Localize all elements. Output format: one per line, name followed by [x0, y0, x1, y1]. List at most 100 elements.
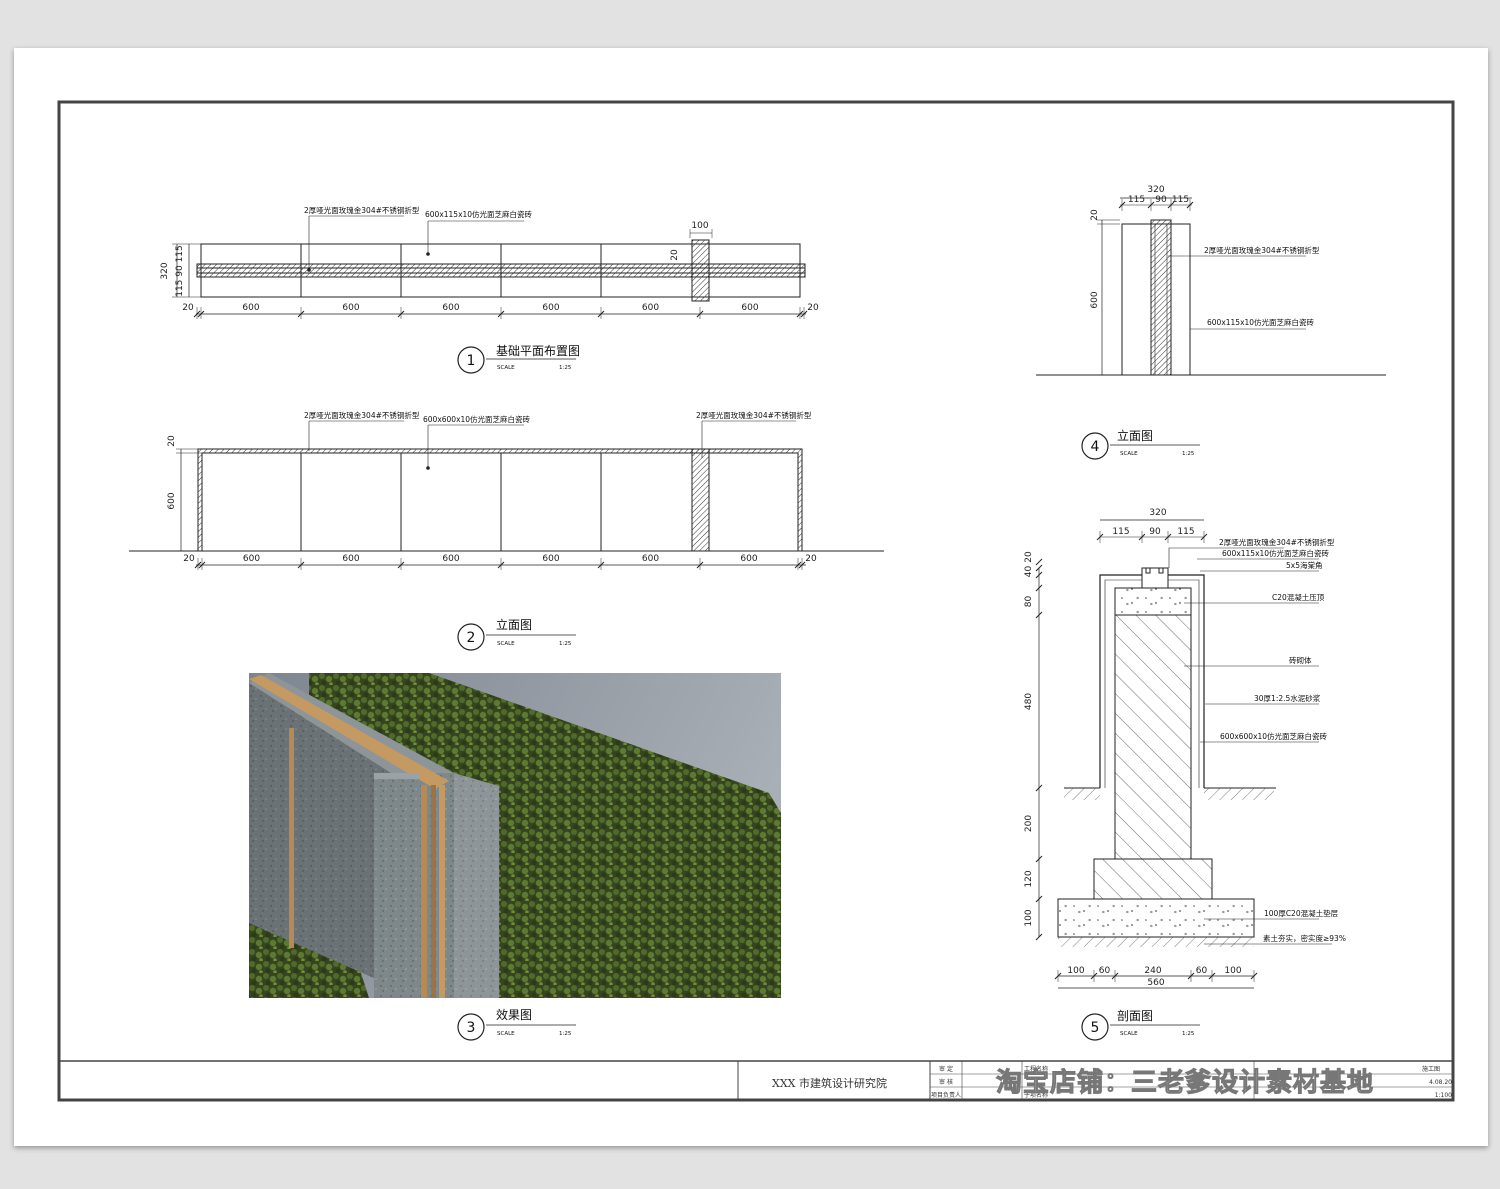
section-callout-6: 600x600x10仿光面芝麻白瓷砖: [1220, 731, 1328, 741]
plan-drawing: [172, 215, 806, 315]
section-callouts: 2厚哑光面玫瑰金304#不锈钢折型600x115x10仿光面芝麻白瓷砖 5x5海棠…: [1219, 537, 1346, 943]
section-dim-bottom-2: 240: [1144, 966, 1161, 976]
elevation-callout-steel-right: 2厚哑光面玫瑰金304#不锈钢折型: [696, 410, 812, 420]
section-dim-part-1: 90: [1149, 527, 1161, 537]
tb-row-2: 审 核: [939, 1078, 953, 1086]
elevation-scale-label: SCALE: [497, 641, 515, 647]
section-dim-left-2: 80: [1024, 596, 1034, 608]
tb-row-1: 审 定: [939, 1065, 953, 1073]
elevation-bottom-dims: 20 600 600 600 600 600 600 20: [183, 554, 817, 570]
plan-dim-4: 600: [542, 303, 559, 313]
tb-row-3: 项目负责人: [931, 1091, 961, 1099]
elevation-title: 2 立面图 SCALE 1:25: [457, 617, 576, 651]
side-elevation-scale-label: SCALE: [1120, 451, 1138, 457]
elevation-dim-5: 600: [642, 554, 659, 564]
elevation-dim-height: 600: [167, 492, 177, 509]
plan-dim-1: 600: [242, 303, 259, 313]
section-dim-part-2: 115: [1177, 527, 1194, 537]
elevation-dim-3: 600: [442, 554, 459, 564]
side-elevation-title-text: 立面图: [1117, 428, 1153, 443]
section-dim-left-1: 40: [1024, 566, 1034, 578]
plan-dim-6: 600: [741, 303, 758, 313]
section-scale-label: SCALE: [1120, 1031, 1138, 1037]
section-dim-total: 320: [1149, 508, 1166, 518]
section-scale-value: 1:25: [1182, 1031, 1195, 1037]
plan-bottom-dims: 20 600 600 600 600 600 600 20: [182, 303, 819, 319]
side-elevation-number: 4: [1091, 439, 1100, 455]
side-dim-part-2: 115: [1172, 195, 1189, 205]
plan-dim-gap: 20: [670, 249, 680, 261]
elevation-dim-4: 600: [542, 554, 559, 564]
side-dim-height: 600: [1090, 291, 1100, 308]
side-dim-part-1: 90: [1155, 195, 1167, 205]
elevation-dim-1: 600: [243, 554, 260, 564]
section-top-dims: 115 90 115: [1096, 527, 1208, 543]
elevation-dim-6: 600: [740, 554, 757, 564]
plan-callout-tile: 600x115x10仿光面芝麻白瓷砖: [425, 209, 533, 219]
section-dim-bottom-1: 60: [1099, 966, 1111, 976]
section-callout-4: 砖砌体: [1289, 655, 1312, 665]
side-dim-top: 20: [1090, 209, 1100, 221]
side-dim-part-0: 115: [1128, 195, 1145, 205]
plan-number: 1: [467, 353, 476, 369]
plan-dim-0: 20: [182, 303, 194, 313]
section-callout-1: 600x115x10仿光面芝麻白瓷砖: [1222, 548, 1330, 558]
section-dim-left-5: 120: [1024, 870, 1034, 887]
section-dim-bottom-0: 100: [1067, 966, 1084, 976]
plan-dim-total: 320: [160, 262, 170, 279]
section-callout-8: 素土夯实，密实度≥93%: [1263, 933, 1346, 943]
section-dim-left-6: 100: [1024, 909, 1034, 926]
elevation-dim-2: 600: [342, 554, 359, 564]
section-dim-part-0: 115: [1112, 527, 1129, 537]
tb-scale: 1:100: [1435, 1092, 1452, 1099]
effect-number: 3: [467, 1020, 476, 1036]
plan-callout-steel: 2厚哑光面玫瑰金304#不锈钢折型: [304, 205, 420, 215]
section-dim-bottom-4: 100: [1224, 966, 1241, 976]
company-name: XXX 市建筑设计研究院: [772, 1077, 887, 1090]
elevation-number: 2: [467, 630, 476, 646]
section-title: 5 剖面图 SCALE 1:25: [1081, 1009, 1200, 1041]
tb-stage: 施工图: [1422, 1065, 1440, 1073]
section-dim-bottom-total: 560: [1147, 978, 1164, 988]
effect-title: 3 效果图 SCALE 1:25: [457, 1007, 576, 1041]
effect-scale-value: 1:25: [559, 1031, 572, 1037]
elevation-drawing: [129, 420, 884, 566]
side-callout-tile: 600x115x10仿光面芝麻白瓷砖: [1207, 317, 1315, 327]
elevation-callout-steel-left: 2厚哑光面玫瑰金304#不锈钢折型: [304, 410, 420, 420]
section-dim-left-3: 480: [1024, 693, 1034, 710]
section-callout-2: 5x5海棠角: [1286, 560, 1322, 570]
watermark: 淘宝店铺：三老爹设计素材基地: [995, 1068, 1375, 1099]
section-callout-3: C20混凝土压顶: [1272, 592, 1325, 602]
plan-title: 1 基础平面布置图 SCALE 1:25: [457, 344, 580, 374]
section-number: 5: [1091, 1020, 1100, 1036]
side-elevation-scale-value: 1:25: [1182, 451, 1195, 457]
elevation-dim-0: 20: [183, 554, 195, 564]
plan-dim-top: 100: [691, 221, 708, 231]
plan-scale-label: SCALE: [497, 365, 515, 371]
section-callout-7: 100厚C20混凝土垫层: [1264, 908, 1339, 918]
plan-dim-2: 600: [342, 303, 359, 313]
plan-dim-parts: 115 90 115: [175, 245, 185, 297]
elevation-title-text: 立面图: [496, 617, 532, 632]
side-elevation-top-dims: 115 90 115: [1118, 195, 1194, 211]
section-dim-left-0: 20: [1024, 551, 1034, 563]
plan-dim-5: 600: [642, 303, 659, 313]
plan-dim-7: 20: [807, 303, 819, 313]
effect-photo: [249, 673, 781, 998]
plan-scale-value: 1:25: [559, 365, 572, 371]
elevation-scale-value: 1:25: [559, 641, 572, 647]
side-callout-steel: 2厚哑光面玫瑰金304#不锈钢折型: [1204, 245, 1320, 255]
effect-scale-label: SCALE: [497, 1031, 515, 1037]
side-elevation-title: 4 立面图 SCALE 1:25: [1081, 428, 1200, 460]
plan-dim-3: 600: [442, 303, 459, 313]
effect-title-text: 效果图: [496, 1007, 532, 1022]
section-title-text: 剖面图: [1117, 1009, 1153, 1023]
section-callout-0: 2厚哑光面玫瑰金304#不锈钢折型: [1219, 537, 1335, 547]
plan-title-text: 基础平面布置图: [496, 344, 580, 358]
section-callout-5: 30厚1:2.5水泥砂浆: [1254, 693, 1321, 703]
tb-date: 4.08.20: [1429, 1079, 1452, 1086]
elevation-dim-top: 20: [167, 435, 177, 447]
drawing-sheet: 审 定 审 核 项目负责人 工程名称 子项名称 施工图 4.08.20 1:10…: [14, 48, 1488, 1146]
elevation-callout-tile: 600x600x10仿光面芝麻白瓷砖: [423, 414, 531, 424]
section-dim-bottom-3: 60: [1196, 966, 1208, 976]
